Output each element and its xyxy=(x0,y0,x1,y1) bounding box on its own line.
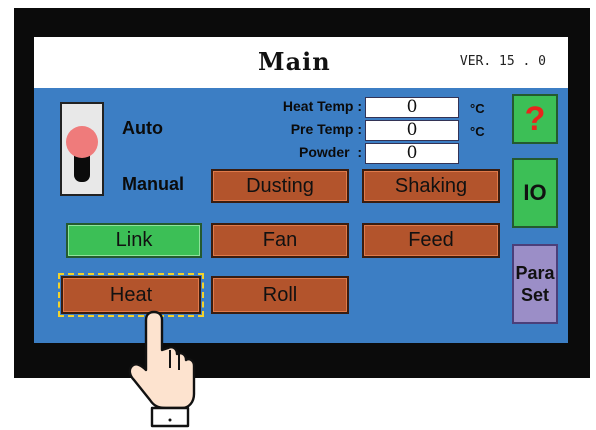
dusting-button[interactable]: Dusting xyxy=(211,169,349,203)
main-panel: Auto Manual Heat Temp : 0 °C Pre Temp : … xyxy=(34,88,568,343)
heat-temp-value: 0 xyxy=(365,97,459,118)
shaking-button[interactable]: Shaking xyxy=(362,169,500,203)
heat-temp-label: Heat Temp : xyxy=(282,98,362,114)
fan-button[interactable]: Fan xyxy=(211,223,349,258)
pre-temp-label: Pre Temp : xyxy=(290,121,362,137)
powder-label: Powder : xyxy=(298,144,362,160)
feed-button[interactable]: Feed xyxy=(362,223,500,258)
para-set-button[interactable]: Para Set xyxy=(512,244,558,324)
question-mark-icon: ? xyxy=(524,99,546,138)
mode-toggle-switch[interactable] xyxy=(60,102,104,196)
heat-temp-unit: °C xyxy=(470,101,485,116)
toggle-knob xyxy=(66,126,98,158)
version-label: VER. 15 . 0 xyxy=(459,54,546,69)
powder-value: 0 xyxy=(365,143,459,164)
auto-label: Auto xyxy=(122,118,163,138)
page-title: Main xyxy=(258,47,331,76)
title-bar: Main VER. 15 . 0 xyxy=(34,37,568,84)
pre-temp-unit: °C xyxy=(470,124,485,139)
hmi-screen: Main VER. 15 . 0 Auto Manual Heat Temp :… xyxy=(34,37,568,343)
help-button[interactable]: ? xyxy=(512,94,558,144)
para-set-label-line1: Para xyxy=(515,263,555,283)
para-set-label-line2: Set xyxy=(520,285,549,305)
manual-label: Manual xyxy=(122,174,185,194)
link-button[interactable]: Link xyxy=(66,223,202,258)
io-button[interactable]: IO xyxy=(512,158,558,228)
heat-button[interactable]: Heat xyxy=(58,273,204,317)
roll-button[interactable]: Roll xyxy=(211,276,349,314)
pre-temp-value: 0 xyxy=(365,120,459,141)
pointing-hand-icon xyxy=(128,310,196,428)
